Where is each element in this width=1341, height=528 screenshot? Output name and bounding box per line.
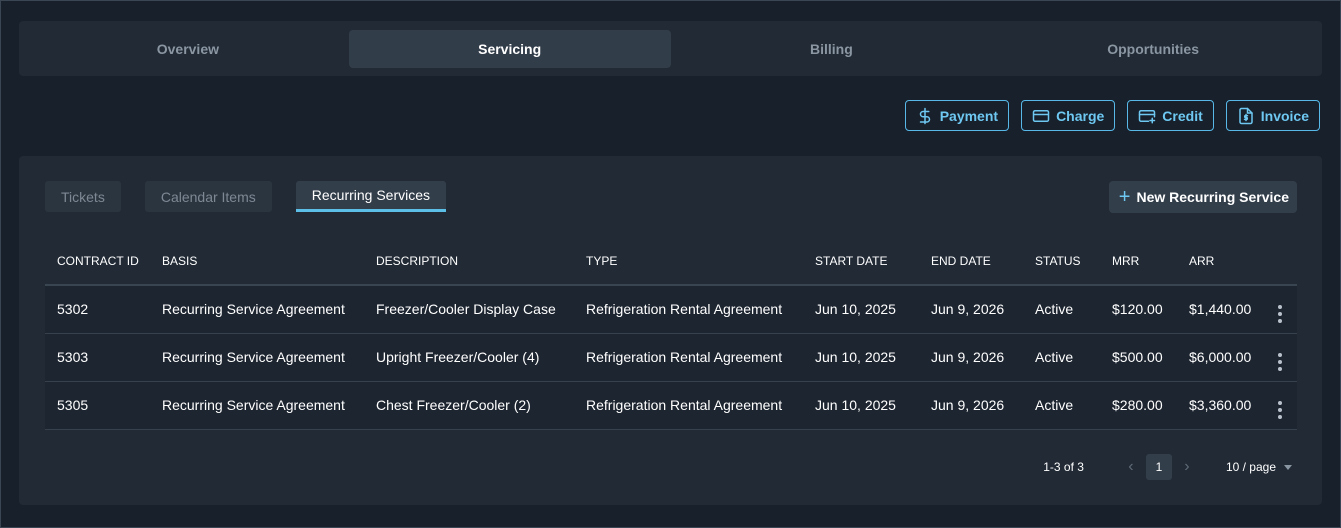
column-header-start-date[interactable]: START DATE: [803, 238, 919, 286]
row-menu-button[interactable]: [1263, 333, 1297, 382]
cell-type: Refrigeration Rental Agreement: [574, 285, 803, 334]
table-header-row: CONTRACT ID BASIS DESCRIPTION TYPE START…: [45, 238, 1297, 286]
cell-contract-id: 5305: [45, 381, 150, 430]
cell-mrr: $120.00: [1100, 285, 1177, 334]
cell-basis: Recurring Service Agreement: [150, 285, 364, 334]
tab-billing[interactable]: Billing: [671, 30, 993, 68]
cell-status: Active: [1023, 333, 1100, 382]
cell-end-date: Jun 9, 2026: [919, 333, 1023, 382]
row-menu-button[interactable]: [1263, 285, 1297, 334]
recurring-services-table: CONTRACT ID BASIS DESCRIPTION TYPE START…: [45, 238, 1297, 430]
new-recurring-service-button[interactable]: + New Recurring Service: [1108, 181, 1297, 213]
kebab-menu-icon: [1278, 304, 1282, 323]
page-size-value: 10 / page: [1225, 460, 1276, 474]
servicing-panel: Tickets Calendar Items Recurring Service…: [19, 156, 1322, 505]
credit-label: Credit: [1162, 107, 1203, 124]
cell-mrr: $280.00: [1100, 381, 1177, 430]
card-plus-icon: [1139, 109, 1156, 123]
cell-arr: $1,440.00: [1177, 285, 1263, 334]
page-button-current[interactable]: 1: [1145, 454, 1172, 480]
charge-button[interactable]: Charge: [1021, 100, 1116, 131]
cell-mrr: $500.00: [1100, 333, 1177, 382]
cell-status: Active: [1023, 381, 1100, 430]
action-toolbar: Payment Charge Credit Invoice: [904, 100, 1320, 131]
cell-contract-id: 5302: [45, 285, 150, 334]
credit-card-icon: [1032, 109, 1050, 122]
column-header-status[interactable]: STATUS: [1023, 238, 1100, 286]
cell-start-date: Jun 10, 2025: [803, 381, 919, 430]
cell-status: Active: [1023, 285, 1100, 334]
column-header-actions: [1263, 238, 1297, 286]
row-menu-button[interactable]: [1263, 381, 1297, 430]
tab-servicing[interactable]: Servicing: [348, 29, 671, 68]
new-recurring-service-label: New Recurring Service: [1136, 189, 1289, 205]
column-header-type[interactable]: TYPE: [574, 238, 803, 286]
pagination-count: 1-3 of 3: [1043, 460, 1084, 474]
cell-arr: $6,000.00: [1177, 333, 1263, 382]
chevron-left-icon[interactable]: ‹: [1118, 458, 1144, 476]
cell-start-date: Jun 10, 2025: [803, 333, 919, 382]
invoice-label: Invoice: [1260, 107, 1309, 124]
table-row[interactable]: 5305 Recurring Service Agreement Chest F…: [45, 381, 1297, 430]
column-header-description[interactable]: DESCRIPTION: [364, 238, 574, 286]
table-row[interactable]: 5302 Recurring Service Agreement Freezer…: [45, 285, 1297, 334]
kebab-menu-icon: [1278, 352, 1282, 371]
payment-button[interactable]: Payment: [904, 100, 1010, 131]
invoice-icon: [1239, 107, 1253, 124]
column-header-mrr[interactable]: MRR: [1100, 238, 1177, 286]
page-size-select[interactable]: 10 / page: [1226, 460, 1292, 474]
column-header-basis[interactable]: BASIS: [150, 238, 364, 286]
column-header-contract-id[interactable]: CONTRACT ID: [45, 238, 150, 286]
main-tab-bar: Overview Servicing Billing Opportunities: [19, 21, 1322, 76]
invoice-button[interactable]: Invoice: [1225, 100, 1320, 131]
pagination: 1-3 of 3 ‹ 1 › 10 / page: [1043, 454, 1292, 480]
tab-overview[interactable]: Overview: [27, 30, 349, 68]
sub-tab-tickets[interactable]: Tickets: [45, 181, 121, 212]
sub-tab-recurring-services[interactable]: Recurring Services: [295, 181, 447, 212]
payment-label: Payment: [939, 107, 999, 124]
column-header-arr[interactable]: ARR: [1177, 238, 1263, 286]
dollar-icon: [919, 107, 930, 124]
cell-basis: Recurring Service Agreement: [150, 333, 364, 382]
column-header-end-date[interactable]: END DATE: [919, 238, 1023, 286]
cell-type: Refrigeration Rental Agreement: [574, 381, 803, 430]
cell-start-date: Jun 10, 2025: [803, 285, 919, 334]
cell-type: Refrigeration Rental Agreement: [574, 333, 803, 382]
sub-tab-calendar-items[interactable]: Calendar Items: [144, 181, 272, 212]
plus-icon: +: [1118, 186, 1131, 208]
credit-button[interactable]: Credit: [1127, 100, 1214, 131]
cell-description: Freezer/Cooler Display Case: [364, 285, 574, 334]
cell-end-date: Jun 9, 2026: [919, 381, 1023, 430]
caret-down-icon: [1284, 464, 1292, 470]
table-row[interactable]: 5303 Recurring Service Agreement Upright…: [45, 333, 1297, 382]
cell-contract-id: 5303: [45, 333, 150, 382]
cell-description: Chest Freezer/Cooler (2): [364, 381, 574, 430]
cell-end-date: Jun 9, 2026: [919, 285, 1023, 334]
cell-basis: Recurring Service Agreement: [150, 381, 364, 430]
cell-description: Upright Freezer/Cooler (4): [364, 333, 574, 382]
cell-arr: $3,360.00: [1177, 381, 1263, 430]
tab-opportunities[interactable]: Opportunities: [992, 30, 1314, 68]
servicing-sub-tabs: Tickets Calendar Items Recurring Service…: [45, 181, 447, 212]
charge-label: Charge: [1056, 107, 1105, 124]
kebab-menu-icon: [1278, 400, 1282, 419]
chevron-right-icon[interactable]: ›: [1174, 458, 1200, 476]
